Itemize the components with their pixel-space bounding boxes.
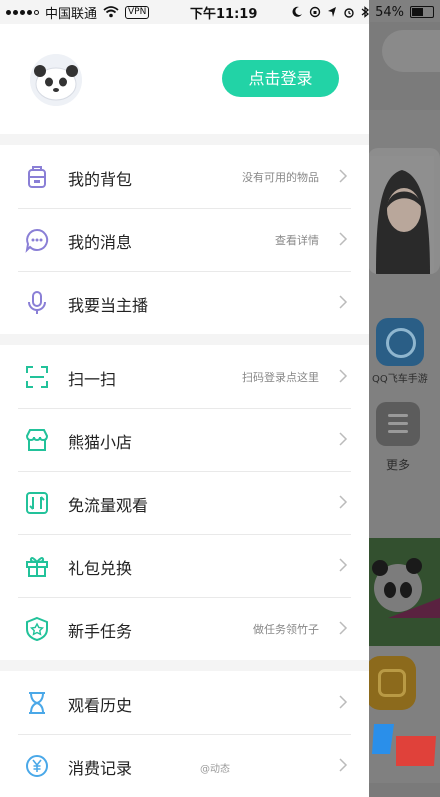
menu-item-label: 观看历史: [68, 696, 133, 715]
login-button[interactable]: 点击登录: [222, 60, 339, 97]
chevron-right-icon: [339, 232, 348, 246]
menu-item-scan[interactable]: 扫一扫 扫码登录点这里: [0, 345, 369, 408]
vpn-badge: VPN: [125, 5, 150, 19]
carrier-name: 中国联通: [45, 6, 98, 22]
streamer-photo: [370, 156, 434, 274]
microphone-icon: [28, 291, 46, 314]
battery-icon: [410, 6, 434, 18]
menu-item-panda-shop[interactable]: 熊猫小店: [0, 408, 369, 471]
menu-item-label: 熊猫小店: [68, 433, 133, 452]
clock: 下午11:19: [190, 6, 258, 22]
gift-icon: [26, 557, 48, 577]
chevron-right-icon: [339, 495, 348, 509]
battery-percent: 54%: [375, 4, 404, 20]
menu-item-label: 我的背包: [68, 170, 133, 189]
rotation-lock-icon: [309, 6, 321, 18]
profile-header: 点击登录: [0, 24, 369, 134]
watermark-text: @动态: [200, 764, 230, 775]
background-more-label: 更多: [386, 458, 411, 472]
instagram-style-icon: [366, 656, 416, 710]
panda-avatar-icon: [30, 54, 82, 106]
menu-item-gift-redeem[interactable]: 礼包兑换: [0, 534, 369, 597]
menu-item-backpack[interactable]: 我的背包 没有可用的物品: [0, 145, 369, 208]
free-data-icon: [26, 492, 48, 514]
menu-item-hint: 扫码登录点这里: [242, 371, 319, 384]
menu-item-label: 免流量观看: [68, 496, 149, 515]
yuan-icon: [26, 755, 48, 777]
menu-group-features: 扫一扫 扫码登录点这里 熊猫小店 免流量观看 礼包兑换 新手任务 做任务领竹子: [0, 345, 369, 660]
more-list-icon: [376, 402, 420, 446]
menu-item-messages[interactable]: 我的消息 查看详情: [0, 208, 369, 271]
side-drawer: 点击登录 我的背包 没有可用的物品 我的消息 查看详情 我要当主播 扫一扫 扫码…: [0, 0, 369, 797]
menu-item-watch-history[interactable]: 观看历史: [0, 671, 369, 734]
chevron-right-icon: [339, 369, 348, 383]
hourglass-icon: [29, 692, 45, 714]
background-stream-card: [368, 148, 440, 274]
backpack-icon: [28, 166, 46, 188]
chevron-right-icon: [339, 295, 348, 309]
alarm-icon: [344, 8, 354, 18]
menu-item-hint: 查看详情: [275, 234, 319, 247]
chevron-right-icon: [339, 695, 348, 709]
menu-item-label: 扫一扫: [68, 370, 117, 389]
qq-speed-app-icon: [376, 318, 424, 366]
menu-item-label: 我的消息: [68, 233, 133, 252]
menu-item-purchase-records[interactable]: 消费记录: [0, 734, 369, 797]
menu-item-newbie-tasks[interactable]: 新手任务 做任务领竹子: [0, 597, 369, 660]
message-icon: [25, 228, 49, 253]
task-icon: [26, 616, 48, 642]
menu-item-label: 我要当主播: [68, 296, 149, 315]
menu-item-hint: 做任务领竹子: [253, 623, 319, 636]
menu-item-label: 礼包兑换: [68, 559, 133, 578]
chevron-right-icon: [339, 432, 348, 446]
chevron-right-icon: [339, 621, 348, 635]
menu-group-records: 观看历史 消费记录: [0, 671, 369, 797]
scan-icon: [26, 366, 48, 388]
menu-item-label: 消费记录: [68, 759, 133, 778]
avatar[interactable]: [30, 54, 82, 106]
status-bar: 中国联通 VPN 下午11:19 54%: [0, 0, 440, 24]
shop-icon: [25, 429, 49, 451]
bluetooth-icon: [361, 6, 370, 18]
signal-strength-icon: [6, 9, 39, 15]
menu-item-free-data[interactable]: 免流量观看: [0, 471, 369, 534]
chevron-right-icon: [339, 558, 348, 572]
menu-item-label: 新手任务: [68, 622, 133, 641]
panda-banner-image: [368, 538, 440, 646]
menu-group-personal: 我的背包 没有可用的物品 我的消息 查看详情 我要当主播: [0, 145, 369, 334]
menu-item-hint: 没有可用的物品: [242, 171, 319, 184]
menu-item-become-streamer[interactable]: 我要当主播: [0, 271, 369, 334]
wifi-icon: [103, 6, 119, 18]
do-not-disturb-icon: [292, 6, 303, 17]
background-panda-banner: [368, 538, 440, 646]
location-icon: [328, 7, 337, 17]
chevron-right-icon: [339, 169, 348, 183]
background-search-bar: [382, 30, 440, 72]
chevron-right-icon: [339, 758, 348, 772]
background-app-label: QQ飞车手游: [372, 374, 428, 385]
